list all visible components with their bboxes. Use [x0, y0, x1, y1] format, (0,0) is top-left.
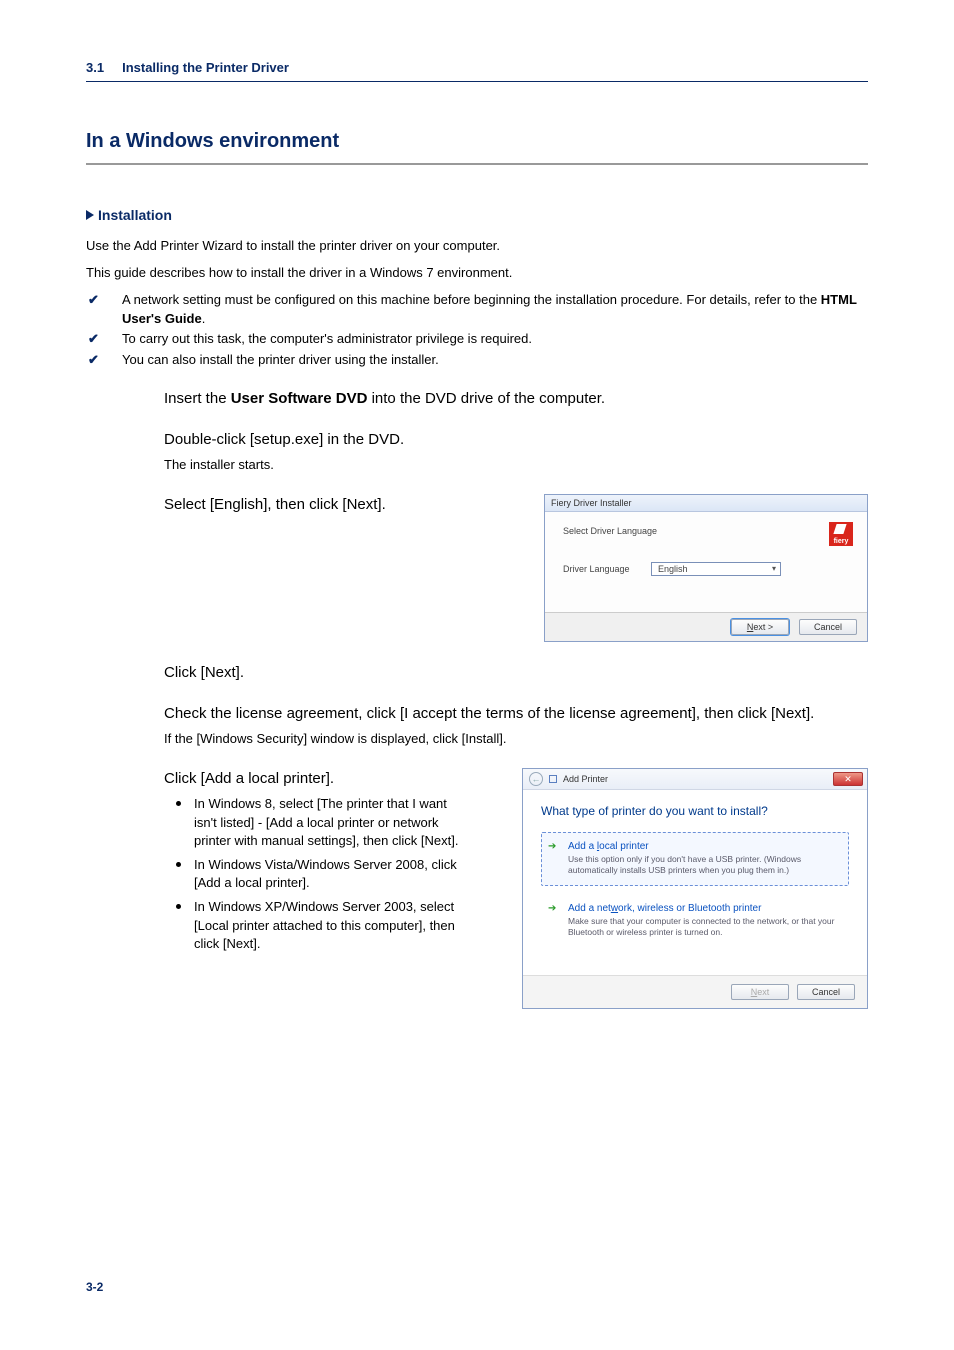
step-3: Select [English], then click [Next]. Fie…	[164, 494, 868, 642]
add-local-printer-option[interactable]: Add a local printer Use this option only…	[541, 832, 849, 885]
list-item: To carry out this task, the computer's a…	[86, 330, 868, 349]
step-4: Click [Next].	[164, 662, 868, 683]
step-1: Insert the User Software DVD into the DV…	[164, 388, 868, 409]
text: ocal printer	[599, 841, 648, 852]
printer-icon	[549, 775, 557, 783]
step-subtext: If the [Windows Security] window is disp…	[164, 730, 868, 748]
add-printer-screenshot: ← Add Printer ✕ What type of printer do …	[522, 768, 868, 1008]
step-text: Double-click [setup.exe] in the DVD.	[164, 429, 868, 450]
section-number: 3.1	[86, 60, 104, 75]
window-title: Fiery Driver Installer	[545, 495, 867, 512]
option-description: Make sure that your computer is connecte…	[568, 916, 838, 938]
window-title: Add Printer	[563, 774, 608, 784]
text: ext	[757, 987, 769, 997]
step-2: Double-click [setup.exe] in the DVD. The…	[164, 429, 868, 474]
add-network-printer-option[interactable]: Add a network, wireless or Bluetooth pri…	[541, 894, 849, 947]
mnemonic: w	[611, 903, 618, 914]
cancel-button[interactable]: Cancel	[797, 984, 855, 1000]
page-number: 3-2	[86, 1280, 103, 1294]
text: into the DVD drive of the computer.	[367, 390, 605, 407]
header-rule	[86, 81, 868, 82]
option-description: Use this option only if you don't have a…	[568, 854, 838, 876]
dialog-heading: Select Driver Language	[563, 526, 849, 536]
page-title: In a Windows environment	[86, 130, 868, 153]
list-item: In Windows XP/Windows Server 2003, selec…	[164, 898, 464, 953]
close-icon[interactable]: ✕	[833, 772, 863, 786]
step-text: Check the license agreement, click [I ac…	[164, 703, 868, 724]
language-dropdown[interactable]: English	[651, 562, 781, 576]
step-text: Select [English], then click [Next].	[164, 494, 464, 515]
list-item: A network setting must be configured on …	[86, 291, 868, 329]
intro-paragraph-1: Use the Add Printer Wizard to install th…	[86, 237, 868, 256]
intro-paragraph-2: This guide describes how to install the …	[86, 264, 868, 283]
dvd-name: User Software DVD	[231, 390, 368, 407]
fiery-installer-screenshot: Fiery Driver Installer fiery Select Driv…	[544, 494, 868, 642]
prerequisite-list: A network setting must be configured on …	[86, 291, 868, 370]
fiery-logo-icon: fiery	[829, 522, 853, 546]
list-item: In Windows 8, select [The printer that I…	[164, 795, 464, 850]
text: .	[202, 311, 206, 326]
subheading: Installation	[86, 207, 868, 223]
subheading-text: Installation	[98, 207, 172, 223]
list-item: In Windows Vista/Windows Server 2008, cl…	[164, 856, 464, 892]
triangle-icon	[86, 210, 94, 220]
step-text: Click [Add a local printer].	[164, 768, 464, 789]
next-button[interactable]: Next	[731, 984, 789, 1000]
text: Insert the	[164, 390, 231, 407]
section-title: Installing the Printer Driver	[122, 60, 289, 75]
step-6: Click [Add a local printer]. In Windows …	[164, 768, 868, 1008]
step-subtext: The installer starts.	[164, 456, 868, 474]
title-rule	[86, 163, 868, 165]
driver-language-label: Driver Language	[563, 564, 633, 574]
text: Add a net	[568, 903, 611, 914]
text: A network setting must be configured on …	[122, 292, 821, 307]
next-button[interactable]: Next >	[731, 619, 789, 635]
os-variant-list: In Windows 8, select [The printer that I…	[164, 795, 464, 953]
dialog-question: What type of printer do you want to inst…	[541, 804, 849, 818]
text: ext >	[753, 622, 773, 632]
step-text: Click [Next].	[164, 662, 868, 683]
back-icon[interactable]: ←	[529, 772, 543, 786]
step-5: Check the license agreement, click [I ac…	[164, 703, 868, 748]
cancel-button[interactable]: Cancel	[799, 619, 857, 635]
list-item: You can also install the printer driver …	[86, 351, 868, 370]
text: ork, wireless or Bluetooth printer	[618, 903, 761, 914]
text: Add a	[568, 841, 597, 852]
